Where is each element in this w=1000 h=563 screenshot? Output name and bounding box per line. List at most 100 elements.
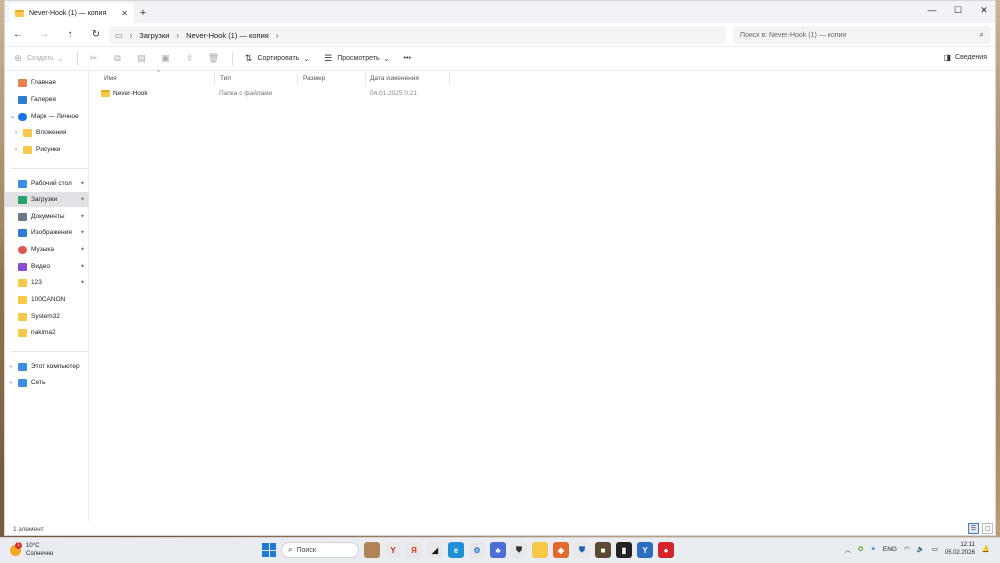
- pin-icon[interactable]: ✦: [80, 279, 85, 286]
- taskbar-search[interactable]: ⌕ Поиск: [281, 542, 359, 558]
- yandex-icon[interactable]: Я: [406, 542, 422, 558]
- sidebar-item-attachments[interactable]: › Вложения: [5, 125, 89, 140]
- rename-icon: ▣: [161, 53, 170, 63]
- delete-button[interactable]: 🗑: [208, 53, 219, 64]
- chevron-right-icon[interactable]: ›: [10, 364, 18, 370]
- breadcrumb-item[interactable]: Never-Hook (1) — копия: [186, 31, 269, 40]
- chevron-down-icon[interactable]: ⌄: [10, 113, 18, 120]
- view-button[interactable]: ☰ Просмотреть ⌄: [323, 53, 389, 64]
- tiles-view-button[interactable]: ▢: [982, 523, 993, 534]
- new-tab-button[interactable]: +: [134, 3, 152, 23]
- details-view-button[interactable]: ☰: [968, 523, 979, 534]
- shield-icon[interactable]: ⛊: [511, 542, 527, 558]
- forward-button[interactable]: →: [31, 29, 57, 40]
- stats-app-icon[interactable]: ▮: [616, 542, 632, 558]
- yandex-app-icon[interactable]: Y: [637, 542, 653, 558]
- sidebar-item-123[interactable]: 123 ✦: [5, 275, 89, 290]
- column-divider[interactable]: [214, 73, 215, 85]
- sidebar-item-onedrive[interactable]: ⌄ Марк — Личное: [5, 109, 89, 124]
- chevron-right-icon[interactable]: ›: [15, 147, 23, 153]
- volume-icon[interactable]: 🔈: [917, 545, 925, 553]
- up-button[interactable]: ↑: [57, 29, 83, 40]
- chevron-right-icon[interactable]: ›: [10, 380, 18, 386]
- column-divider[interactable]: [449, 73, 450, 85]
- search-input[interactable]: Поиск в: Never-Hook (1) — копия: [740, 32, 846, 39]
- search-box[interactable]: Поиск в: Never-Hook (1) — копия ⌕: [733, 26, 991, 44]
- sidebar-item-desktop[interactable]: Рабочий стол ✦: [5, 176, 89, 191]
- create-button[interactable]: ⊕ Создать ⌄: [13, 53, 64, 64]
- file-list: ^ Имя Тип Размер Дата изменения Never-Ho…: [91, 70, 995, 521]
- wifi-icon[interactable]: ◠: [904, 545, 910, 553]
- app-icon[interactable]: ◢: [427, 542, 443, 558]
- sidebar-item-music[interactable]: Музыка ✦: [5, 242, 89, 257]
- file-type-cell: Папка с файлами: [219, 90, 273, 97]
- pin-icon[interactable]: ✦: [80, 196, 85, 203]
- yandex-browser-icon[interactable]: Y: [385, 542, 401, 558]
- refresh-button[interactable]: ↻: [83, 29, 109, 40]
- colorful-app-icon[interactable]: ◆: [553, 542, 569, 558]
- sidebar-item-gallery[interactable]: Галерея: [5, 92, 89, 107]
- pin-icon[interactable]: ✦: [80, 263, 85, 270]
- minimize-button[interactable]: —: [919, 1, 945, 19]
- task-view-icon[interactable]: [364, 542, 380, 558]
- notifications-icon[interactable]: 🔔: [982, 545, 990, 553]
- pin-icon[interactable]: ✦: [80, 246, 85, 253]
- weather-widget[interactable]: 1 10°C Солнечно: [10, 541, 53, 558]
- share-button[interactable]: ⇪: [184, 53, 194, 64]
- tray-app-icon[interactable]: ✦: [870, 545, 875, 553]
- sidebar-item-home[interactable]: Главная: [5, 75, 89, 90]
- table-row[interactable]: Never-Hook Папка с файлами 04.01.2025 0:…: [91, 88, 451, 101]
- paste-button[interactable]: ▤: [136, 53, 146, 64]
- column-header-name[interactable]: Имя: [104, 71, 117, 85]
- sidebar-item-nakima2[interactable]: nakima2: [5, 325, 89, 340]
- defender-icon[interactable]: ⛊: [574, 542, 590, 558]
- language-indicator[interactable]: ENG: [883, 546, 897, 553]
- sidebar-item-system32[interactable]: System32: [5, 309, 89, 324]
- column-divider[interactable]: [365, 73, 366, 85]
- address-bar[interactable]: ▭ › Загрузки › Never-Hook (1) — копия ›: [109, 26, 726, 44]
- minecraft-icon[interactable]: ■: [595, 542, 611, 558]
- sidebar-item-documents[interactable]: Документы ✦: [5, 209, 89, 224]
- column-header-type[interactable]: Тип: [220, 71, 231, 85]
- chevron-up-icon[interactable]: ︿: [844, 544, 851, 554]
- pin-icon[interactable]: ✦: [80, 229, 85, 236]
- pin-icon[interactable]: ✦: [80, 213, 85, 220]
- tab-current-folder[interactable]: Never-Hook (1) — копия ✕: [9, 3, 134, 23]
- pin-icon[interactable]: ✦: [80, 180, 85, 187]
- taskbar-search-label: Поиск: [296, 546, 316, 554]
- sort-button[interactable]: ⇅ Сортировать ⌄: [243, 53, 309, 64]
- chevron-down-icon: ⌄: [57, 55, 64, 63]
- copy-button[interactable]: ⧉: [112, 53, 122, 64]
- clock[interactable]: 12:11 05.02.2026: [945, 541, 975, 557]
- file-explorer-icon[interactable]: [532, 542, 548, 558]
- sidebar-item-downloads[interactable]: Загрузки ✦: [5, 192, 89, 207]
- sidebar-item-pictures-cloud[interactable]: › Рисунки: [5, 142, 89, 157]
- divider: [11, 168, 87, 169]
- column-header-size[interactable]: Размер: [303, 71, 325, 85]
- windows-start-icon[interactable]: [262, 543, 276, 557]
- red-app-icon[interactable]: ●: [658, 542, 674, 558]
- chevron-right-icon[interactable]: ›: [15, 130, 23, 136]
- back-button[interactable]: ←: [5, 29, 31, 40]
- cut-button[interactable]: ✂: [88, 53, 98, 64]
- battery-icon[interactable]: ▭: [932, 545, 938, 553]
- sidebar-item-pictures[interactable]: Изображения ✦: [5, 225, 89, 240]
- column-header-modified[interactable]: Дата изменения: [370, 71, 419, 85]
- close-tab-icon[interactable]: ✕: [121, 9, 128, 18]
- sidebar-item-video[interactable]: Видео ✦: [5, 259, 89, 274]
- details-button[interactable]: ◨ Сведения: [943, 53, 987, 62]
- more-options-button[interactable]: •••: [404, 55, 411, 62]
- breadcrumb-item[interactable]: Загрузки: [139, 31, 169, 40]
- sidebar-item-this-pc[interactable]: › Этот компьютер: [5, 359, 89, 374]
- people-icon[interactable]: ♣: [490, 542, 506, 558]
- sidebar-item-100canon[interactable]: 100CANON: [5, 292, 89, 307]
- sidebar-item-network[interactable]: › Сеть: [5, 375, 89, 390]
- rename-button[interactable]: ▣: [160, 53, 170, 64]
- close-window-button[interactable]: ✕: [971, 1, 995, 19]
- settings-icon[interactable]: ⚙: [469, 542, 485, 558]
- maximize-button[interactable]: ☐: [945, 1, 971, 19]
- column-divider[interactable]: [297, 73, 298, 85]
- edge-icon[interactable]: e: [448, 542, 464, 558]
- tray-app-icon[interactable]: ✪: [858, 545, 863, 553]
- folder-icon: [23, 145, 32, 154]
